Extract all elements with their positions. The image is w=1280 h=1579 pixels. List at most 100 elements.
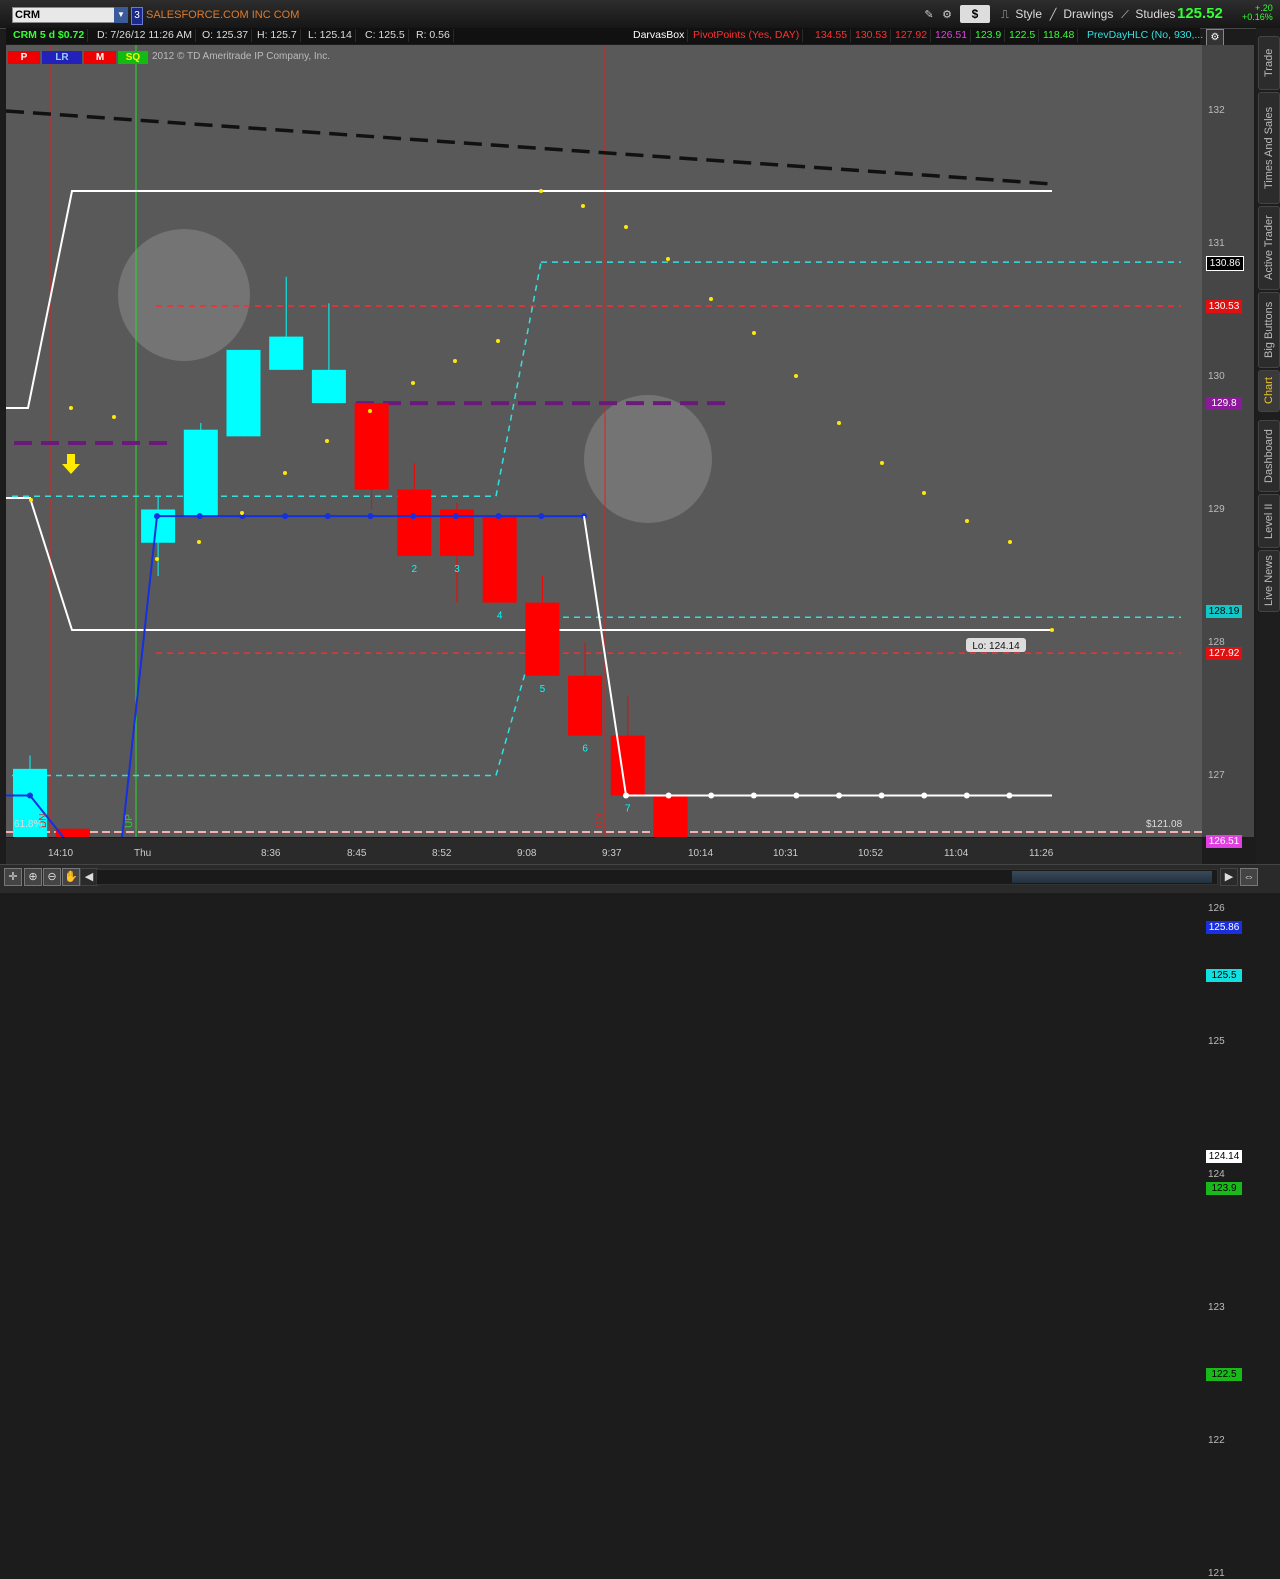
stop-line <box>583 516 1052 797</box>
settings-tool-button[interactable]: ⚙ <box>940 5 954 23</box>
regression-dot <box>282 513 289 520</box>
parabolic-sar-dot <box>880 461 884 465</box>
regression-dot <box>324 513 331 520</box>
prevday-high-line <box>12 261 542 497</box>
parabolic-sar-dot <box>240 511 244 515</box>
study-pivots[interactable]: PivotPoints (Yes, DAY) <box>690 29 804 42</box>
regression-dot <box>367 513 374 520</box>
scrollbar-thumb[interactable] <box>1012 871 1212 883</box>
price-tag: 122.5 <box>1206 1368 1242 1381</box>
tab-live-news[interactable]: Live News <box>1258 550 1280 612</box>
info-low: L: 125.14 <box>305 29 356 42</box>
candle-count-label: 4 <box>497 611 503 622</box>
dollar-button[interactable]: $ <box>960 5 990 23</box>
parabolic-sar-dot <box>581 204 585 208</box>
regression-dot <box>154 513 160 520</box>
zoom-in-button[interactable]: ⊕ <box>24 868 42 886</box>
info-date: D: 7/26/12 11:26 AM <box>94 29 196 42</box>
tab-active-trader[interactable]: Active Trader <box>1258 206 1280 290</box>
price-tick-label: 132 <box>1208 104 1225 116</box>
regression-dot <box>538 513 545 520</box>
pencil-icon: ✎ <box>924 8 934 21</box>
stop-dot <box>1006 792 1013 799</box>
candle-count-label: 5 <box>540 684 546 695</box>
studies-button[interactable]: ⟋ Studies <box>1118 5 1175 23</box>
link-number[interactable]: 3 <box>131 7 143 25</box>
pivot-r1-value: 130.53 <box>852 29 892 42</box>
expand-button[interactable]: ⇔ <box>1240 868 1258 886</box>
scroll-right-button[interactable]: ▶ <box>1220 868 1238 886</box>
time-scrollbar[interactable] <box>96 869 1218 885</box>
copyright: 2012 © TD Ameritrade IP Company, Inc. <box>152 51 331 62</box>
style-button[interactable]: ⎍ Style <box>998 5 1042 23</box>
price-tick-label: 128 <box>1208 636 1225 648</box>
studies-icon: ⟋ <box>1121 8 1129 21</box>
study-prevday[interactable]: PrevDayHLC (No, 930,... <box>1084 29 1206 42</box>
time-axis[interactable]: 14:10 Thu 8:36 8:45 8:52 9:08 9:37 10:14 10:31 10… <box>6 838 1202 864</box>
price-tag: 127.92 <box>1206 647 1242 661</box>
parabolic-sar-dot <box>112 415 116 419</box>
hand-icon: ✋ <box>64 871 78 883</box>
drawings-label: Drawings <box>1063 7 1114 21</box>
badge-p[interactable]: P <box>8 51 40 64</box>
tab-chart[interactable]: Chart <box>1258 370 1280 412</box>
tab-level-ii[interactable]: Level II <box>1258 494 1280 548</box>
drawing-tool-button[interactable]: ✎ <box>922 5 936 23</box>
badge-lr[interactable]: LR <box>42 51 82 64</box>
price-tag: 130.53 <box>1206 300 1242 313</box>
parabolic-sar-dot <box>1050 628 1054 632</box>
price-change: +.20 +0.16% <box>1242 4 1273 22</box>
tab-trade[interactable]: Trade <box>1258 36 1280 90</box>
crosshair-button[interactable]: ✛ <box>4 868 22 886</box>
zoom-out-button[interactable]: ⊖ <box>43 868 61 886</box>
parabolic-sar-dot <box>69 406 73 410</box>
study-darvas[interactable]: DarvasBox <box>630 29 689 42</box>
bottom-toolbar: ✛ ⊕ ⊖ ✋ ◀ ▶ ⇔ <box>0 864 1280 893</box>
parabolic-sar-dot <box>539 189 543 193</box>
info-open: O: 125.37 <box>199 29 253 42</box>
price-tag: 126.51 <box>1206 834 1242 848</box>
signal-label: UP <box>124 814 135 828</box>
pivot-s1: 123.9 <box>972 29 1006 42</box>
tab-dashboard[interactable]: Dashboard <box>1258 420 1280 492</box>
time-tick-label: 11:04 <box>944 848 969 859</box>
pivot-s2: 122.5 <box>1006 29 1040 42</box>
time-tick-label: 8:45 <box>347 848 367 859</box>
candle-body <box>226 349 261 437</box>
price-tick-label: 122 <box>1208 1434 1225 1446</box>
parabolic-sar-dot <box>1008 540 1012 544</box>
pan-button[interactable]: ✋ <box>62 868 80 886</box>
price-axis[interactable] <box>1202 45 1254 837</box>
parabolic-sar-dot <box>624 225 628 229</box>
right-sidebar: Trade Times And Sales Active Trader Big … <box>1256 28 1280 868</box>
parabolic-sar-dot <box>709 297 713 301</box>
parabolic-sar-dot <box>368 409 372 413</box>
symbol-dropdown-icon[interactable]: ▼ <box>114 7 128 23</box>
stop-dot <box>665 792 672 799</box>
parabolic-sar-dot <box>837 421 841 425</box>
highlight-circle <box>118 229 250 361</box>
price-chart[interactable]: 23456789Lo: 124.14DNUPDN61.8%$121.08 <box>6 45 1202 837</box>
candle-body <box>482 516 517 603</box>
parabolic-sar-dot <box>325 439 329 443</box>
tab-times-and-sales[interactable]: Times And Sales <box>1258 92 1280 204</box>
candle-count-label: 7 <box>625 803 631 814</box>
tab-big-buttons[interactable]: Big Buttons <box>1258 292 1280 368</box>
time-tick-label: 10:52 <box>858 848 884 859</box>
fib-label: 61.8% <box>14 819 42 830</box>
time-tick-label: 10:31 <box>773 848 799 859</box>
info-high: H: 125.7 <box>254 29 301 42</box>
badge-sq[interactable]: SQ <box>118 51 148 64</box>
drawings-button[interactable]: ╱ Drawings <box>1046 5 1114 23</box>
symbol-input[interactable]: CRM <box>12 7 116 23</box>
chart-spec[interactable]: CRM 5 d $0.72 <box>10 29 89 42</box>
candle-count-label: 2 <box>412 564 418 575</box>
parabolic-sar-dot <box>752 331 756 335</box>
price-tag: 130.86 <box>1206 256 1244 272</box>
candle-count-label: 6 <box>582 744 588 755</box>
candle-count-label: 3 <box>454 564 460 575</box>
price-tick-label: 130 <box>1208 370 1225 382</box>
pivot-r2: 134.55 <box>812 29 852 42</box>
parabolic-sar-dot <box>496 339 500 343</box>
badge-m[interactable]: M <box>84 51 116 64</box>
